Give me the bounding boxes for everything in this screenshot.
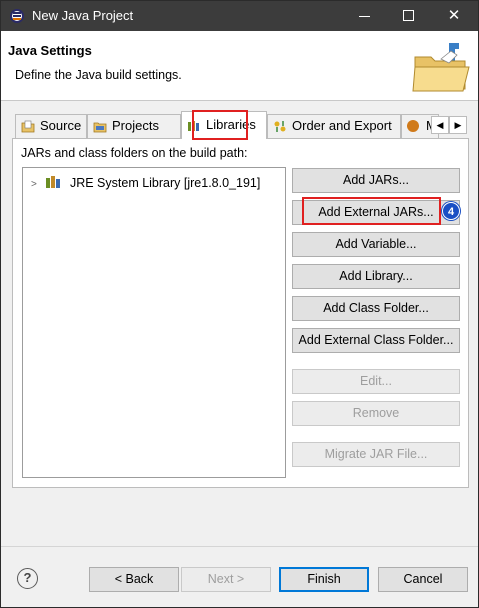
remove-button[interactable]: Remove	[292, 401, 460, 426]
add-library-button[interactable]: Add Library...	[292, 264, 460, 289]
projects-folder-icon	[93, 122, 107, 133]
tab-source[interactable]: Source	[15, 114, 87, 138]
cancel-button[interactable]: Cancel	[378, 567, 468, 592]
tab-scroll-left-button[interactable]: ◀	[431, 116, 449, 134]
maximize-button[interactable]	[386, 1, 430, 31]
add-external-jars-button[interactable]: Add External JARs...	[292, 200, 460, 225]
chevron-left-icon: ◀	[436, 120, 444, 130]
tab-scroll-right-button[interactable]: ▶	[449, 116, 467, 134]
new-java-project-dialog: New Java Project ✕ Java Settings Define …	[0, 0, 479, 608]
eclipse-icon	[10, 9, 24, 23]
minimize-icon	[359, 16, 370, 17]
edit-button[interactable]: Edit...	[292, 369, 460, 394]
maximize-icon	[403, 10, 414, 21]
window-title: New Java Project	[32, 8, 134, 23]
title-bar[interactable]: New Java Project ✕	[1, 1, 478, 31]
tree-item-label: JRE System Library [jre1.8.0_191]	[69, 176, 261, 190]
add-class-folder-button[interactable]: Add Class Folder...	[292, 296, 460, 321]
tab-source-label: Source	[40, 118, 82, 133]
build-path-label: JARs and class folders on the build path…	[21, 146, 248, 160]
expand-arrow-icon[interactable]: >	[31, 176, 41, 194]
minimize-button[interactable]	[342, 1, 386, 31]
close-button[interactable]: ✕	[432, 1, 476, 31]
source-folder-icon	[21, 120, 35, 133]
add-external-class-folder-button[interactable]: Add External Class Folder...	[292, 328, 460, 353]
module-icon	[407, 120, 419, 132]
tree-item-jre-system-library[interactable]: > JRE System Library [jre1.8.0_191]	[31, 174, 260, 192]
tab-projects-label: Projects	[112, 118, 159, 133]
page-title: Java Settings	[8, 43, 92, 58]
folder-wizard-icon	[412, 43, 470, 92]
finish-button[interactable]: Finish	[279, 567, 369, 592]
back-button[interactable]: < Back	[89, 567, 179, 592]
close-icon: ✕	[447, 7, 461, 24]
tab-libraries[interactable]: Libraries	[181, 111, 267, 139]
help-button[interactable]: ?	[17, 568, 38, 589]
order-export-icon	[274, 121, 286, 132]
step-badge: 4	[442, 202, 460, 220]
tab-projects[interactable]: Projects	[87, 114, 181, 138]
page-description: Define the Java build settings.	[15, 68, 182, 82]
tab-order-and-export[interactable]: Order and Export	[267, 114, 401, 138]
tab-libraries-label: Libraries	[206, 117, 256, 132]
help-icon: ?	[23, 570, 32, 585]
footer-divider	[1, 546, 478, 547]
libraries-panel: JARs and class folders on the build path…	[12, 138, 469, 488]
library-icon	[46, 176, 61, 188]
add-variable-button[interactable]: Add Variable...	[292, 232, 460, 257]
next-button[interactable]: Next >	[181, 567, 271, 592]
build-path-tree[interactable]: > JRE System Library [jre1.8.0_191]	[22, 167, 286, 478]
libraries-icon	[188, 121, 199, 131]
migrate-jar-button[interactable]: Migrate JAR File...	[292, 442, 460, 467]
add-jars-button[interactable]: Add JARs...	[292, 168, 460, 193]
chevron-right-icon: ▶	[454, 120, 462, 130]
wizard-header: Java Settings Define the Java build sett…	[1, 31, 478, 101]
tab-bar: Source Projects Libraries Order and Expo…	[15, 111, 467, 139]
tab-order-label: Order and Export	[292, 118, 392, 133]
